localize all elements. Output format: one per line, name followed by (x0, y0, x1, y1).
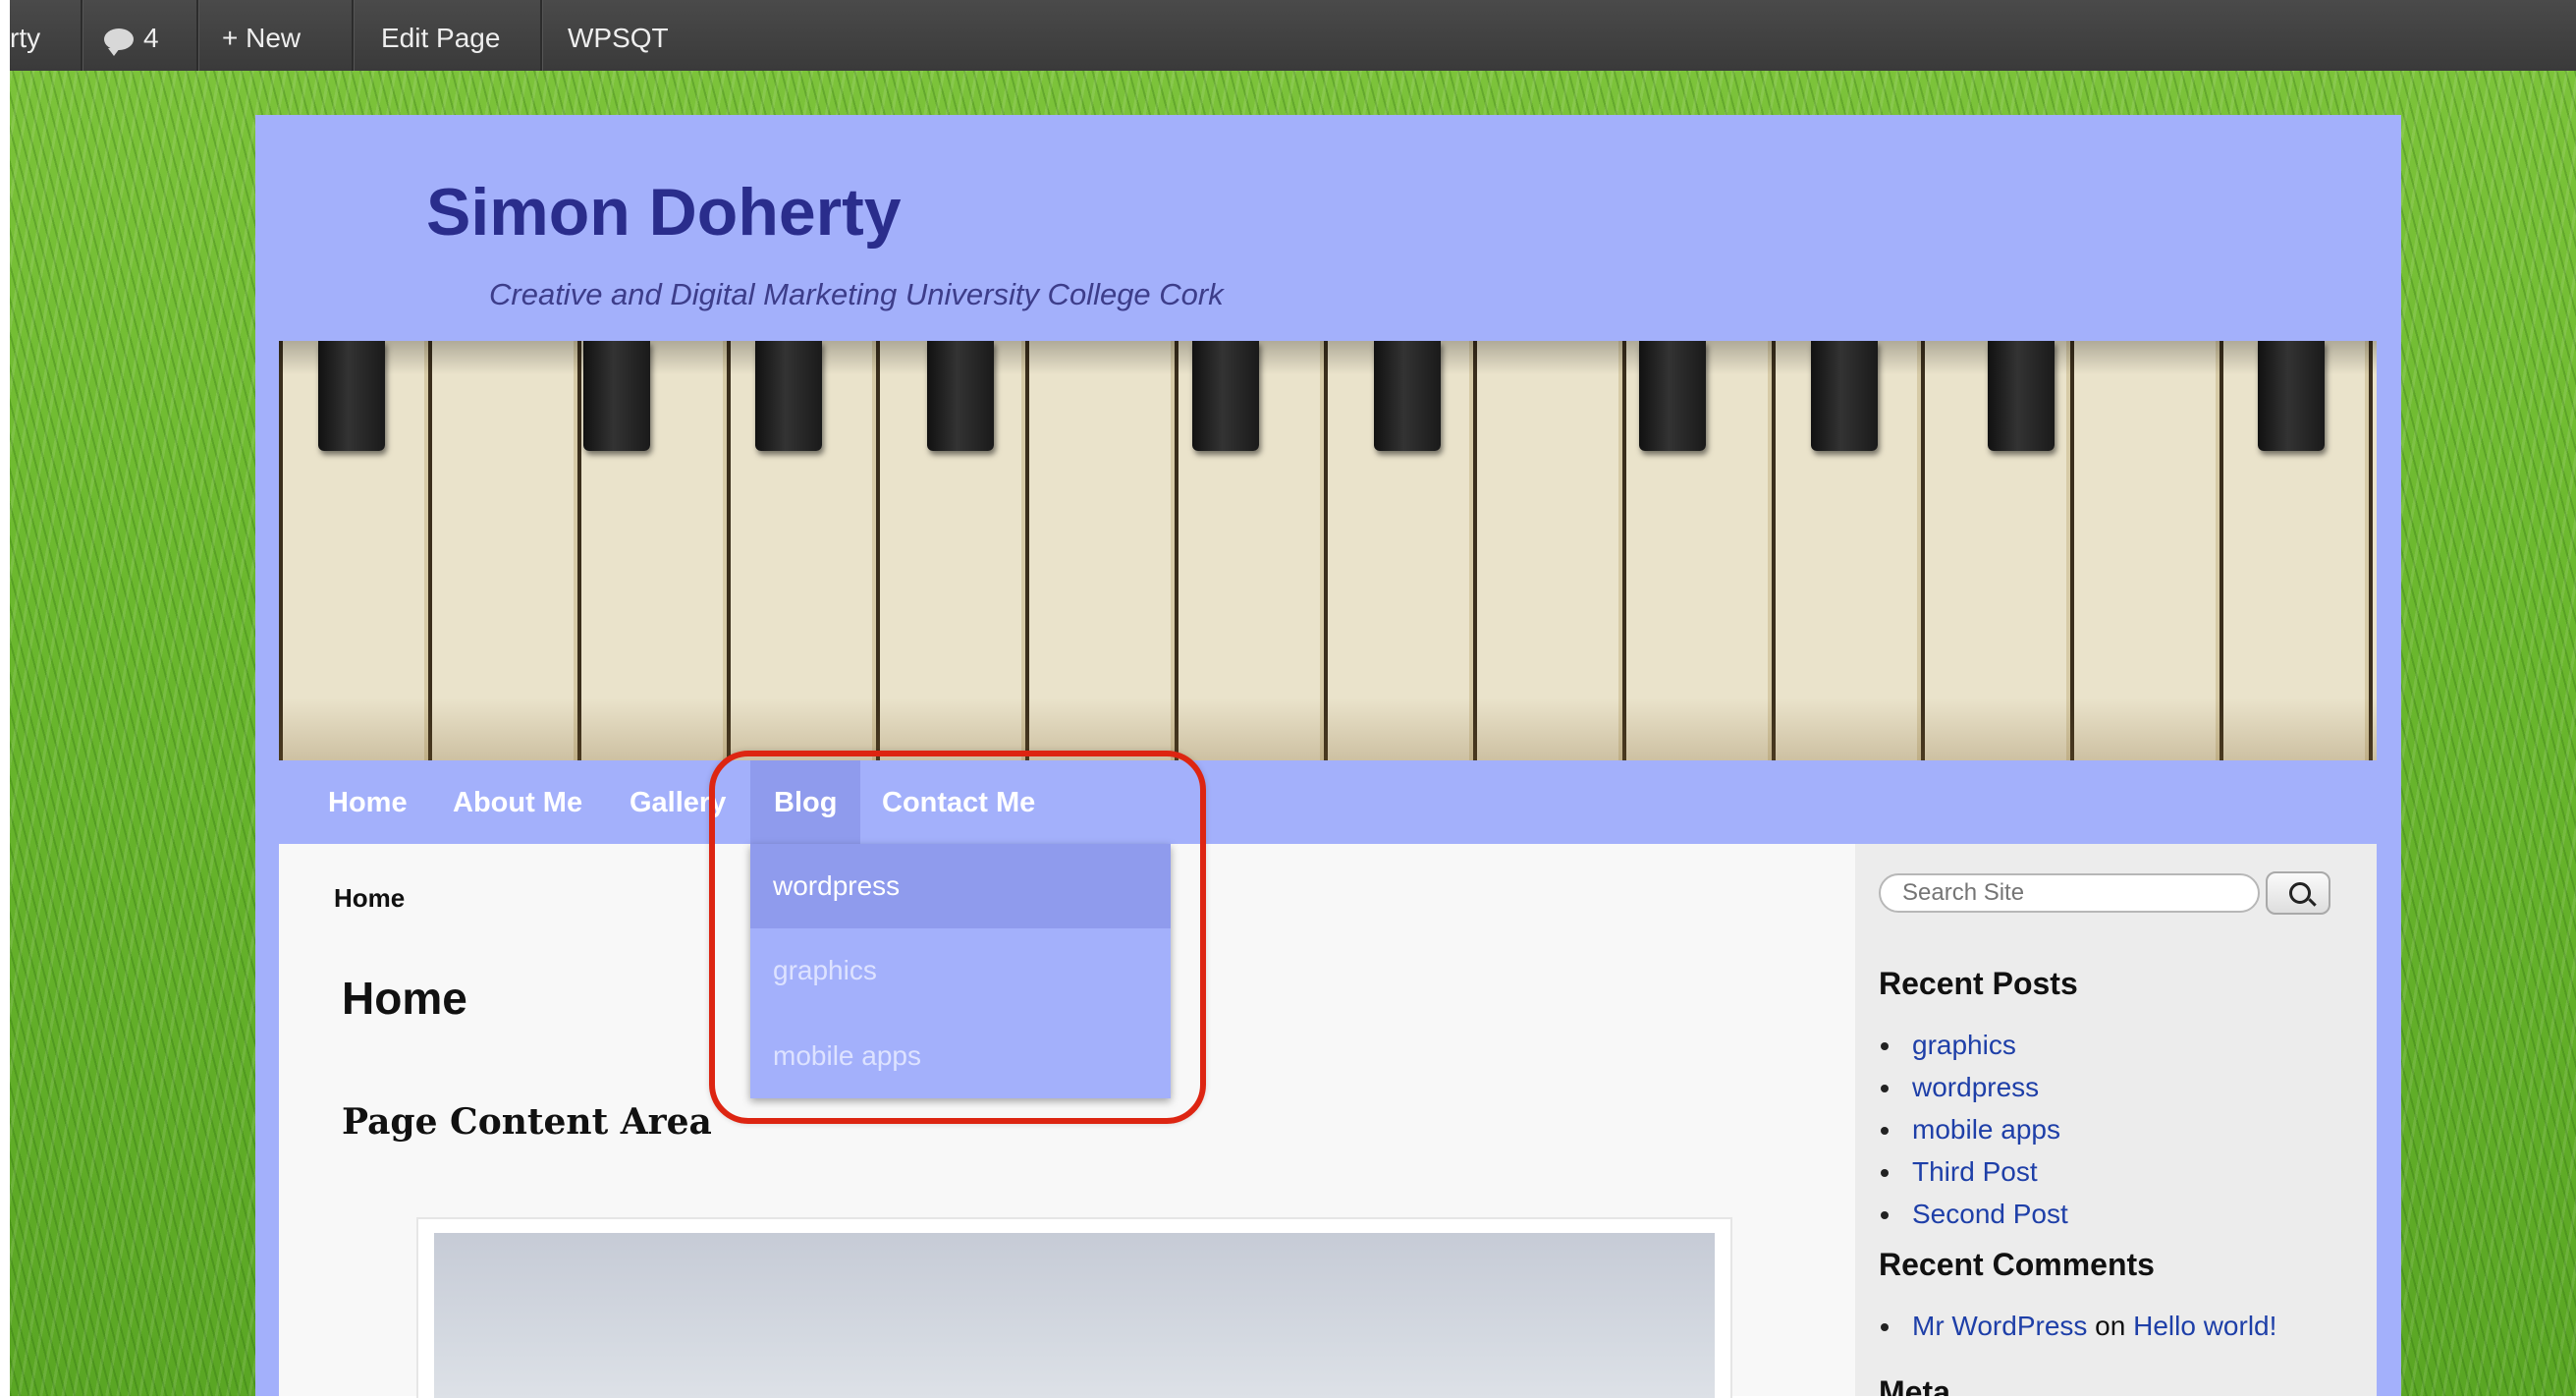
content-image (434, 1233, 1715, 1398)
admin-bar-new-button[interactable]: + New (222, 0, 301, 71)
search-input[interactable] (1879, 873, 2260, 913)
admin-bar-divider (196, 0, 199, 71)
meta-title: Meta (1879, 1374, 1950, 1396)
nav-item-home[interactable]: Home (328, 760, 408, 844)
content-image-frame (416, 1217, 1732, 1398)
highlight-callout (709, 751, 1206, 1124)
piano-black-key (1374, 341, 1441, 451)
comments-count: 4 (143, 23, 159, 53)
admin-bar-edit-page-button[interactable]: Edit Page (381, 0, 500, 71)
recent-comments-list: Mr WordPress on Hello world! (1879, 1305, 2276, 1347)
main-navigation: Home About Me Gallery Blog Contact Me (279, 760, 2377, 844)
nav-item-about-me[interactable]: About Me (453, 760, 582, 844)
piano-black-key (1639, 341, 1706, 451)
recent-post-link[interactable]: graphics (1879, 1024, 2068, 1066)
admin-bar: rty 4 + New Edit Page WPSQT (10, 0, 2576, 71)
admin-bar-divider (81, 0, 83, 71)
admin-bar-site-name[interactable]: rty (10, 0, 40, 71)
admin-bar-divider (352, 0, 355, 71)
recent-post-link[interactable]: Third Post (1879, 1150, 2068, 1193)
admin-bar-wpsqt-button[interactable]: WPSQT (568, 0, 669, 71)
search-button[interactable] (2266, 871, 2330, 915)
piano-black-key (583, 341, 650, 451)
piano-black-key (1988, 341, 2055, 451)
comment-post-link[interactable]: Hello world! (2133, 1311, 2276, 1341)
recent-posts-title: Recent Posts (1879, 966, 2078, 1001)
breadcrumb[interactable]: Home (334, 883, 405, 914)
sidebar: Recent Posts graphics wordpress mobile a… (1855, 844, 2377, 1396)
window-edge (0, 0, 10, 1396)
admin-bar-divider (540, 0, 543, 71)
recent-comments-title: Recent Comments (1879, 1247, 2155, 1282)
recent-post-link[interactable]: wordpress (1879, 1066, 2068, 1108)
site-description: Creative and Digital Marketing Universit… (489, 277, 1224, 311)
comment-on-text: on (2095, 1311, 2126, 1341)
comment-author-link[interactable]: Mr WordPress (1912, 1311, 2087, 1341)
piano-black-key (755, 341, 822, 451)
site-name-text: rty (10, 23, 41, 53)
piano-black-key (318, 341, 385, 451)
comment-bubble-icon (104, 28, 134, 56)
piano-black-key (1192, 341, 1259, 451)
search-icon (2289, 882, 2311, 904)
admin-bar-comments[interactable]: 4 (104, 0, 159, 71)
recent-post-link[interactable]: Second Post (1879, 1193, 2068, 1235)
piano-black-key (2258, 341, 2325, 451)
recent-post-link[interactable]: mobile apps (1879, 1108, 2068, 1150)
piano-black-key (927, 341, 994, 451)
content-heading: Page Content Area (342, 1101, 712, 1143)
page-title: Home (342, 973, 467, 1024)
recent-comment-item: Mr WordPress on Hello world! (1879, 1305, 2276, 1347)
header-image-piano-keys (279, 341, 2377, 760)
piano-black-key (1811, 341, 1878, 451)
site-title[interactable]: Simon Doherty (426, 174, 902, 251)
page-container: Simon Doherty Creative and Digital Marke… (255, 115, 2401, 1398)
recent-posts-list: graphics wordpress mobile apps Third Pos… (1879, 1024, 2068, 1235)
